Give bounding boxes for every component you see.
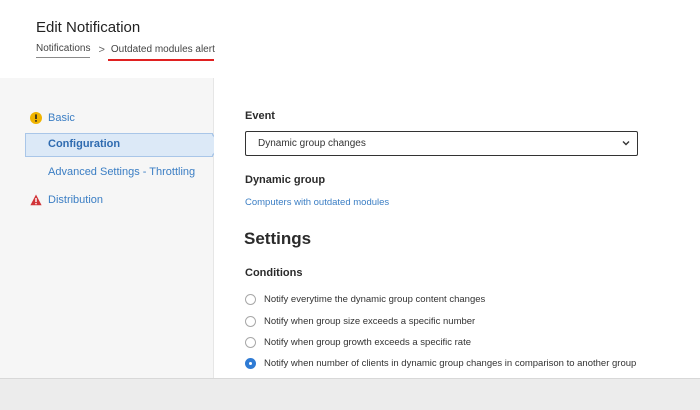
dynamic-group-label: Dynamic group [245,174,326,186]
condition-option-2[interactable]: Notify when group size exceeds a specifi… [245,314,475,328]
condition-option-label: Notify when group growth exceeds a speci… [264,336,471,348]
sidebar-item-label: Basic [48,112,75,124]
sidebar-item-label: Advanced Settings - Throttling [48,166,196,178]
sidebar-item-label: Configuration [48,138,121,150]
breadcrumb: Notifications > Outdated modules alert [36,43,215,58]
condition-option-4[interactable]: Notify when number of clients in dynamic… [245,356,636,370]
radio-button[interactable] [245,336,256,348]
footer-divider [0,378,700,379]
condition-option-3[interactable]: Notify when group growth exceeds a speci… [245,335,471,349]
condition-option-label: Notify when group size exceeds a specifi… [264,315,476,327]
sidebar-item-configuration[interactable]: Configuration [0,133,213,155]
breadcrumb-current: Outdated modules alert [110,43,215,55]
settings-heading: Settings [244,229,312,248]
error-triangle-icon [30,194,42,206]
sidebar-item-advanced-settings[interactable]: Advanced Settings - Throttling [0,161,213,183]
radio-button[interactable] [245,315,256,327]
page-header: Edit Notification Notifications > Outdat… [0,0,700,72]
condition-option-1[interactable]: Notify everytime the dynamic group conte… [245,292,485,306]
condition-option-label: Notify everytime the dynamic group conte… [264,293,486,305]
main-content [214,78,700,378]
event-select-value: Dynamic group changes [258,138,366,149]
conditions-label: Conditions [245,267,303,279]
condition-option-label: Notify when number of clients in dynamic… [264,357,637,369]
radio-button-selected[interactable] [245,357,256,369]
sidebar-item-distribution[interactable]: Distribution [0,189,213,211]
dynamic-group-link[interactable]: Computers with outdated modules [245,197,389,208]
annotation-underline [108,59,214,61]
warning-circle-icon [30,112,42,124]
event-label: Event [245,110,275,122]
chevron-down-icon [622,141,630,146]
event-select[interactable]: Dynamic group changes [245,131,638,156]
breadcrumb-notifications-link[interactable]: Notifications [36,43,91,58]
sidebar-item-label: Distribution [48,194,104,206]
radio-button[interactable] [245,293,256,305]
breadcrumb-separator: > [98,43,105,56]
sidebar-item-basic[interactable]: Basic [0,107,213,129]
page-title: Edit Notification [36,19,141,36]
footer-band [0,378,700,410]
